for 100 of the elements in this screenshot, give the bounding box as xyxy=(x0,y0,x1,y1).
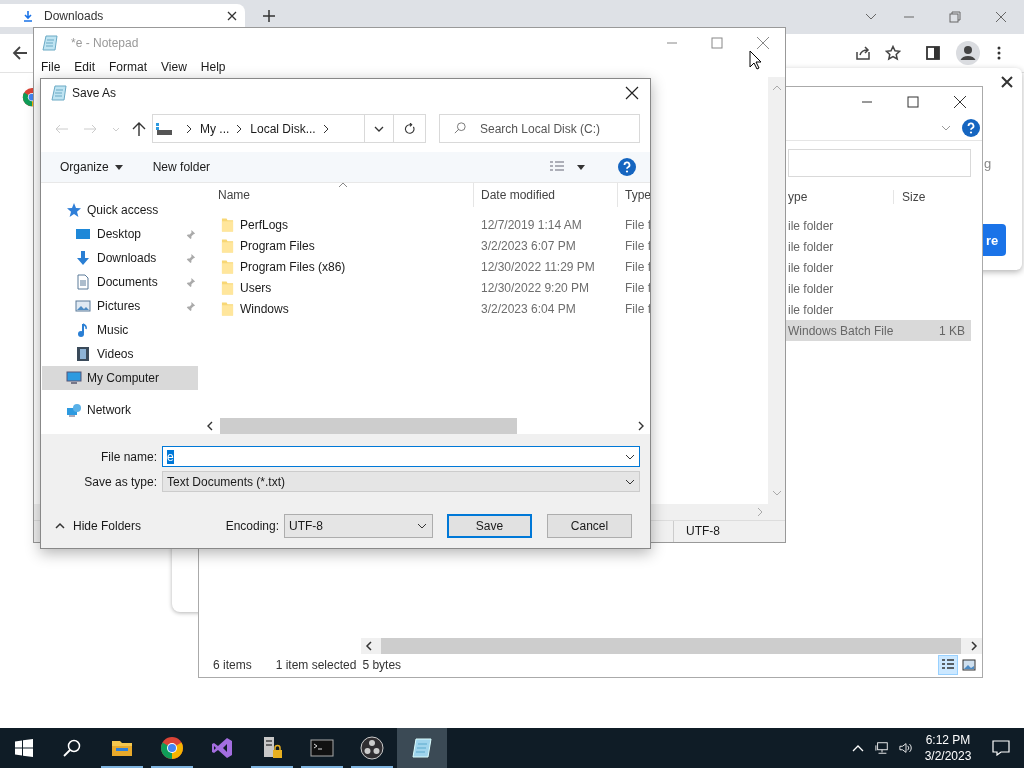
file-type: ile folder xyxy=(788,281,835,296)
file-row[interactable]: ile folder xyxy=(785,215,971,236)
notepad-icon xyxy=(410,736,434,760)
menu-item[interactable]: File xyxy=(34,60,68,74)
file-type-dropdown[interactable]: Text Documents (*.txt) xyxy=(162,471,640,492)
clock-time: 6:12 PM xyxy=(925,732,971,748)
new-tab-icon[interactable] xyxy=(263,10,275,22)
scroll-left-icon[interactable] xyxy=(205,421,215,431)
up-arrow-icon[interactable] xyxy=(130,120,148,137)
scroll-right-icon[interactable] xyxy=(636,421,646,431)
column-header[interactable]: Date modified xyxy=(473,183,617,207)
tab-title: Downloads xyxy=(44,8,105,23)
profile-icon[interactable] xyxy=(956,41,980,65)
film-icon xyxy=(75,346,91,362)
file-date: 12/30/2022 11:29 PM xyxy=(480,259,596,274)
file-name[interactable]: Users xyxy=(240,280,272,295)
nav-item[interactable]: Videos xyxy=(42,342,198,366)
selection-size: 5 bytes xyxy=(362,658,402,672)
encoding-dropdown[interactable]: UTF-8 xyxy=(284,514,433,538)
details-view-button[interactable] xyxy=(938,655,958,675)
star-icon xyxy=(66,202,82,218)
file-name[interactable]: PerfLogs xyxy=(240,217,289,232)
scroll-left-icon[interactable] xyxy=(364,641,374,651)
item-count: 6 items xyxy=(213,658,252,672)
download-icon xyxy=(75,250,91,266)
search-icon[interactable] xyxy=(63,739,81,757)
share-icon[interactable] xyxy=(855,45,871,61)
nav-item[interactable]: Network xyxy=(42,398,198,422)
breadcrumb-item[interactable]: Local Disk... xyxy=(250,121,316,136)
menu-item[interactable]: Edit xyxy=(67,60,103,74)
nav-item[interactable]: My Computer xyxy=(42,366,198,390)
taskbar-app[interactable] xyxy=(397,728,447,768)
refresh-button[interactable] xyxy=(394,114,426,143)
file-date: 12/7/2019 1:14 AM xyxy=(480,217,583,232)
file-name-field[interactable]: e xyxy=(162,446,640,467)
clock[interactable]: 6:12 PM 3/2/2023 xyxy=(918,732,978,764)
file-row[interactable]: ile folder xyxy=(785,236,971,257)
field-label: Save as type: xyxy=(83,474,158,489)
file-row[interactable]: Windows Batch File 1 KB xyxy=(785,320,971,341)
file-row[interactable]: ile folder xyxy=(785,257,971,278)
column-header[interactable]: Name xyxy=(200,188,473,202)
address-bar[interactable]: My ... Local Disk... xyxy=(152,114,394,143)
computer-icon xyxy=(66,370,82,386)
chevron-right-icon xyxy=(185,123,193,134)
nav-item[interactable]: Music xyxy=(42,318,198,342)
side-panel-icon[interactable] xyxy=(925,45,941,61)
image-icon xyxy=(962,658,976,672)
browser-logo-icon xyxy=(160,736,184,760)
notifications-icon[interactable] xyxy=(992,740,1010,756)
browser-tab[interactable]: Downloads xyxy=(0,4,245,27)
save-button[interactable]: Save xyxy=(447,514,532,538)
breadcrumb-item[interactable]: My ... xyxy=(200,121,230,136)
scroll-right-icon[interactable] xyxy=(969,641,979,651)
panel-button[interactable]: re xyxy=(983,224,1006,256)
menu-item[interactable]: Help xyxy=(193,60,233,74)
search-field[interactable] xyxy=(788,149,971,177)
menu-item[interactable]: View xyxy=(154,60,194,74)
file-name[interactable]: Program Files (x86) xyxy=(240,259,346,274)
organize-button[interactable]: Organize xyxy=(60,160,123,174)
help-icon[interactable] xyxy=(962,119,980,137)
desktop-icon xyxy=(75,226,91,242)
file-date: 3/2/2023 6:04 PM xyxy=(480,301,577,316)
file-date: 12/30/2022 9:20 PM xyxy=(480,280,591,295)
search-field[interactable]: Search Local Disk (C:) xyxy=(439,114,640,143)
file-type: ile folder xyxy=(788,239,835,254)
panel-text: g xyxy=(984,156,992,171)
network-icon[interactable] xyxy=(875,741,889,755)
file-type: Windows Batch File xyxy=(788,323,895,338)
menu-item[interactable]: Format xyxy=(102,60,155,74)
scrollbar[interactable] xyxy=(361,638,982,654)
drive-icon xyxy=(155,121,173,136)
nav-item[interactable]: Documents xyxy=(42,270,198,294)
hide-folders-button[interactable]: Hide Folders xyxy=(55,519,142,533)
file-name[interactable]: Windows xyxy=(240,301,289,316)
file-name[interactable]: Program Files xyxy=(240,238,315,253)
help-icon[interactable] xyxy=(618,158,636,176)
volume-icon[interactable] xyxy=(899,741,913,755)
back-arrow-icon[interactable] xyxy=(12,45,28,61)
file-date: 3/2/2023 6:07 PM xyxy=(480,238,577,253)
file-type: ile folder xyxy=(788,260,835,275)
column-header[interactable]: Type xyxy=(617,183,650,207)
star-icon[interactable] xyxy=(885,45,901,61)
file-row[interactable]: ile folder xyxy=(785,299,971,320)
cancel-button[interactable]: Cancel xyxy=(547,514,632,538)
column-header[interactable]: ype xyxy=(788,190,894,204)
nav-item[interactable]: Pictures xyxy=(42,294,198,318)
recorder-logo-icon xyxy=(360,736,384,760)
close-icon[interactable] xyxy=(227,10,237,21)
column-header[interactable]: Size xyxy=(894,190,926,204)
start-icon[interactable] xyxy=(15,739,33,757)
close-icon[interactable] xyxy=(1001,76,1013,88)
pictures-icon xyxy=(75,298,91,314)
field-label: File name: xyxy=(99,449,158,464)
nav-item[interactable]: Quick access xyxy=(42,198,198,222)
nav-item[interactable]: Downloads xyxy=(42,246,198,270)
file-row[interactable]: ile folder xyxy=(785,278,971,299)
new-folder-button[interactable]: New folder xyxy=(152,160,211,174)
nav-item[interactable]: Desktop xyxy=(42,222,198,246)
chevron-right-icon xyxy=(235,123,244,134)
caret-icon[interactable] xyxy=(577,164,585,170)
